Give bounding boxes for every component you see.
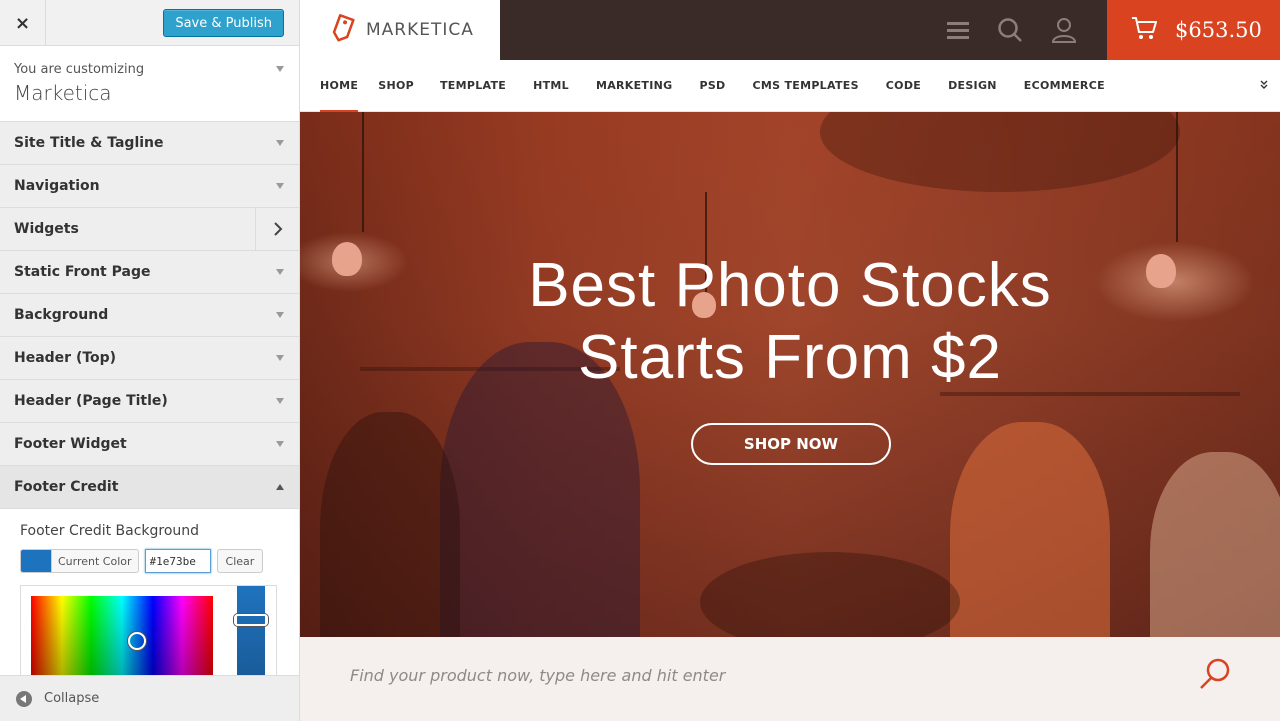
- collapse-icon: [16, 690, 32, 707]
- color-control-row: Current Color Clear: [20, 549, 279, 573]
- hue-slider-handle[interactable]: [234, 614, 268, 626]
- hero-title-line-2: Starts From $2: [578, 323, 1002, 392]
- section-label: Widgets: [14, 221, 79, 237]
- save-publish-button[interactable]: Save & Publish: [163, 9, 284, 37]
- color-picker: [20, 585, 277, 686]
- nav-item-design[interactable]: DESIGN: [948, 60, 997, 111]
- color-swatch: [21, 550, 51, 572]
- section-header-page-title[interactable]: Header (Page Title): [0, 380, 299, 423]
- customizer-sidebar: × Save & Publish You are customizing Mar…: [0, 0, 300, 721]
- caret-down-icon: [276, 269, 284, 275]
- hue-slider[interactable]: [237, 586, 265, 676]
- nav-item-psd[interactable]: PSD: [699, 60, 725, 111]
- section-header-top[interactable]: Header (Top): [0, 337, 299, 380]
- nav-item-html[interactable]: HTML: [533, 60, 569, 111]
- clear-color-button[interactable]: Clear: [216, 549, 264, 573]
- section-label: Background: [14, 307, 109, 323]
- caret-up-icon: [276, 484, 284, 490]
- main-nav: HOME SHOP TEMPLATE HTML MARKETING PSD CM…: [300, 60, 1280, 112]
- section-label: Static Front Page: [14, 264, 151, 280]
- section-site-title[interactable]: Site Title & Tagline: [0, 122, 299, 165]
- nav-item-code[interactable]: CODE: [886, 60, 921, 111]
- cart-icon: [1131, 16, 1157, 44]
- color-picker-handle[interactable]: [128, 632, 146, 650]
- search-submit-icon[interactable]: [1198, 657, 1232, 691]
- cart-button[interactable]: $653.50: [1107, 0, 1280, 60]
- section-label: Header (Page Title): [14, 393, 168, 409]
- collapse-button[interactable]: Collapse: [0, 675, 299, 721]
- nav-item-marketing[interactable]: MARKETING: [596, 60, 673, 111]
- double-chevron-down-icon[interactable]: [1260, 80, 1268, 93]
- site-logo[interactable]: MARKETICA: [300, 0, 500, 60]
- section-label: Site Title & Tagline: [14, 135, 164, 151]
- hex-color-input[interactable]: [144, 549, 211, 573]
- hero-banner: Best Photo Stocks Starts From $2 SHOP NO…: [300, 112, 1280, 637]
- section-label: Footer Widget: [14, 436, 127, 452]
- nav-item-shop[interactable]: SHOP: [378, 60, 414, 111]
- hero-title: Best Photo Stocks Starts From $2: [300, 250, 1280, 394]
- product-search-bar: [300, 637, 1280, 721]
- customizer-header: × Save & Publish: [0, 0, 299, 46]
- section-label: Footer Credit: [14, 479, 119, 495]
- search-icon[interactable]: [995, 15, 1025, 45]
- current-color-label: Current Color: [51, 550, 138, 572]
- section-footer-credit[interactable]: Footer Credit: [0, 466, 299, 509]
- caret-down-icon: [276, 140, 284, 146]
- nav-item-template[interactable]: TEMPLATE: [440, 60, 506, 111]
- caret-down-icon: [276, 66, 284, 72]
- section-background[interactable]: Background: [0, 294, 299, 337]
- section-footer-widget[interactable]: Footer Widget: [0, 423, 299, 466]
- shop-now-button[interactable]: SHOP NOW: [691, 423, 891, 465]
- section-label: Navigation: [14, 178, 100, 194]
- close-customizer-button[interactable]: ×: [0, 0, 46, 46]
- cart-total: $653.50: [1175, 18, 1262, 42]
- product-search-input[interactable]: [350, 657, 1170, 693]
- caret-down-icon: [276, 355, 284, 361]
- customizing-info[interactable]: You are customizing Marketica: [0, 46, 299, 122]
- tag-icon: [330, 13, 356, 47]
- section-static-front-page[interactable]: Static Front Page: [0, 251, 299, 294]
- caret-down-icon: [276, 398, 284, 404]
- chevron-right-icon: [255, 208, 299, 250]
- section-label: Header (Top): [14, 350, 117, 366]
- caret-down-icon: [276, 312, 284, 318]
- section-widgets[interactable]: Widgets: [0, 208, 299, 251]
- nav-item-home[interactable]: HOME: [320, 60, 359, 112]
- saturation-area[interactable]: [31, 596, 213, 686]
- nav-item-cms-templates[interactable]: CMS TEMPLATES: [752, 60, 858, 111]
- menu-icon[interactable]: [943, 15, 973, 45]
- logo-text: MARKETICA: [366, 20, 474, 40]
- theme-name: Marketica: [14, 81, 112, 105]
- control-title: Footer Credit Background: [20, 523, 200, 539]
- nav-item-ecommerce[interactable]: ECOMMERCE: [1024, 60, 1105, 111]
- site-preview: MARKETICA $653.50 HOME SHOP TEMPLATE HTM…: [300, 0, 1280, 721]
- footer-credit-panel: Footer Credit Background Current Color C…: [0, 509, 299, 686]
- hero-title-line-1: Best Photo Stocks: [528, 251, 1052, 320]
- collapse-label: Collapse: [44, 691, 100, 706]
- user-icon[interactable]: [1049, 15, 1079, 45]
- section-navigation[interactable]: Navigation: [0, 165, 299, 208]
- current-color-button[interactable]: Current Color: [20, 549, 139, 573]
- caret-down-icon: [276, 441, 284, 447]
- close-icon: ×: [14, 12, 31, 34]
- caret-down-icon: [276, 183, 284, 189]
- site-header: MARKETICA $653.50: [300, 0, 1280, 60]
- customizing-prefix: You are customizing: [14, 62, 145, 77]
